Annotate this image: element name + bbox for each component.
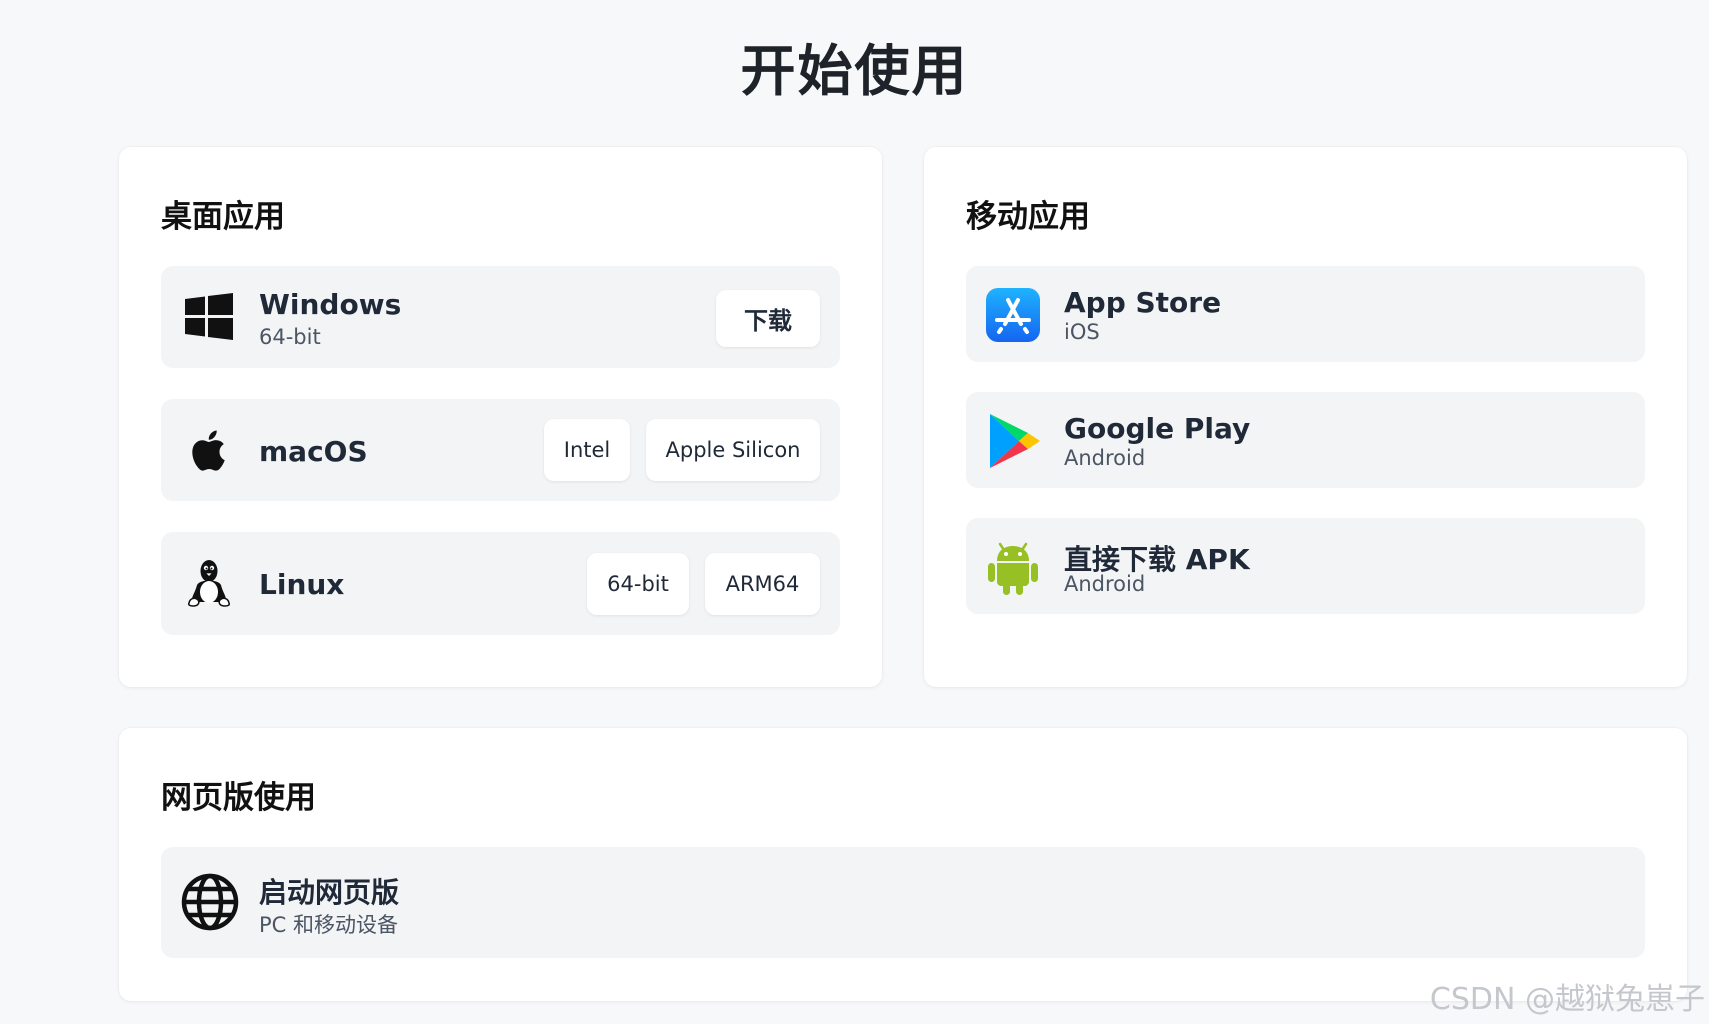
windows-icon [183, 291, 235, 343]
apk-download-row[interactable]: 直接下载 APK Android [966, 518, 1645, 614]
globe-icon [181, 873, 239, 931]
page: 开始使用 桌面应用 Windows 64-bit 下载 macOS Intel … [0, 0, 1709, 1024]
macos-name: macOS [259, 435, 368, 468]
page-title: 开始使用 [740, 39, 969, 103]
mobile-apps-title: 移动应用 [966, 199, 1090, 235]
google-play-row[interactable]: Google Play Android [966, 392, 1645, 488]
apple-icon [183, 424, 235, 476]
launch-web-devices: PC 和移动设备 [259, 913, 399, 937]
windows-row: Windows 64-bit 下载 [161, 266, 840, 368]
windows-arch: 64-bit [259, 325, 321, 349]
linux-row: Linux 64-bit ARM64 [161, 532, 840, 635]
desktop-apps-title: 桌面应用 [161, 199, 285, 235]
macos-row: macOS Intel Apple Silicon [161, 399, 840, 501]
app-store-icon [986, 288, 1040, 342]
launch-web-name: 启动网页版 [259, 876, 400, 909]
windows-download-button[interactable]: 下载 [716, 290, 820, 347]
launch-web-row[interactable]: 启动网页版 PC 和移动设备 [161, 847, 1645, 958]
web-title: 网页版使用 [161, 780, 316, 816]
mobile-apps-card: 移动应用 App Store iOS Google Play Android 直… [924, 147, 1687, 687]
watermark: CSDN @越狱兔崽子 [1429, 982, 1705, 1017]
app-store-platform: iOS [1064, 320, 1100, 344]
windows-name: Windows [259, 288, 402, 321]
android-icon [986, 538, 1040, 596]
apk-download-platform: Android [1064, 572, 1146, 596]
app-store-row[interactable]: App Store iOS [966, 266, 1645, 362]
google-play-icon [986, 412, 1042, 470]
app-store-name: App Store [1064, 286, 1222, 319]
linux-64bit-button[interactable]: 64-bit [587, 553, 689, 615]
web-card: 网页版使用 启动网页版 PC 和移动设备 [119, 728, 1687, 1001]
macos-intel-button[interactable]: Intel [544, 419, 630, 481]
google-play-platform: Android [1064, 446, 1146, 470]
desktop-apps-card: 桌面应用 Windows 64-bit 下载 macOS Intel Apple… [119, 147, 882, 687]
linux-name: Linux [259, 568, 345, 601]
linux-arm64-button[interactable]: ARM64 [705, 553, 820, 615]
linux-tux-icon [183, 557, 235, 609]
google-play-name: Google Play [1064, 412, 1251, 445]
macos-apple-silicon-button[interactable]: Apple Silicon [646, 419, 820, 481]
